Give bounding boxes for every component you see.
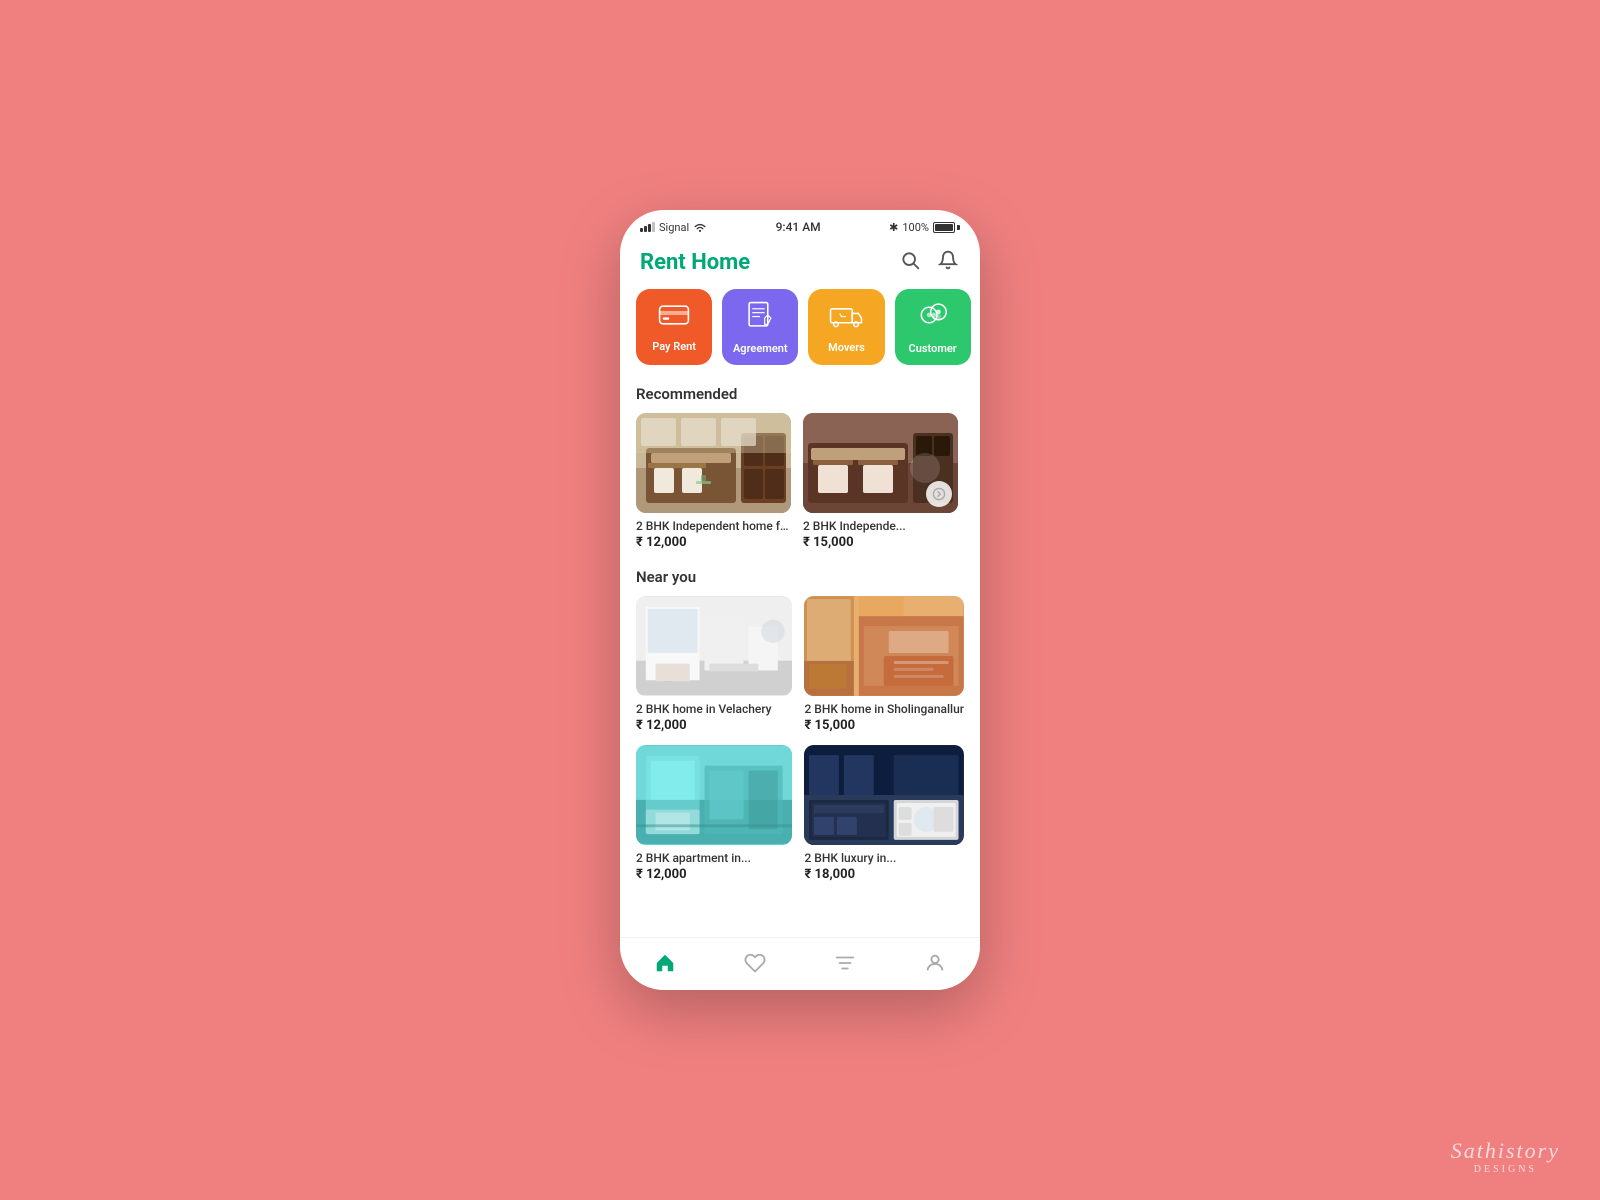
header-actions bbox=[898, 248, 960, 277]
recommended-title: Recommended bbox=[620, 381, 980, 413]
profile-icon bbox=[924, 952, 946, 974]
property-img-near1 bbox=[636, 596, 792, 696]
near-you-title: Near you bbox=[620, 564, 980, 596]
nav-filter[interactable] bbox=[818, 948, 872, 978]
search-button[interactable] bbox=[898, 248, 922, 277]
filter-icon bbox=[834, 952, 856, 974]
customer-icon bbox=[918, 301, 948, 334]
agreement-label: Agreement bbox=[733, 342, 788, 355]
property-name-near3: 2 BHK apartment in... bbox=[636, 851, 792, 865]
nav-favorites[interactable] bbox=[728, 948, 782, 978]
movers-label: Movers bbox=[828, 341, 865, 354]
property-name-rec2: 2 BHK Independe... bbox=[803, 519, 958, 533]
property-price-near3: ₹ 12,000 bbox=[636, 867, 792, 882]
near-you-section: Near you bbox=[620, 564, 980, 894]
action-pay-rent[interactable]: Pay Rent bbox=[636, 289, 712, 365]
signal-icon bbox=[640, 222, 655, 232]
app-content: Rent Home bbox=[620, 240, 980, 937]
movers-icon bbox=[829, 302, 863, 333]
status-time: 9:41 AM bbox=[776, 220, 821, 234]
battery-percent: 100% bbox=[902, 221, 929, 234]
property-card-near1[interactable]: 2 BHK home in Velachery ₹ 12,000 bbox=[636, 596, 792, 733]
search-icon bbox=[900, 250, 920, 270]
status-left: Signal bbox=[640, 221, 707, 234]
property-img-rec2 bbox=[803, 413, 958, 513]
background: Signal 9:41 AM ✱ 100% bbox=[0, 0, 1600, 1200]
near-you-grid: 2 BHK home in Velachery ₹ 12,000 bbox=[620, 596, 980, 894]
property-name-rec1: 2 BHK Independent home for rent bbox=[636, 519, 791, 533]
property-img-near3 bbox=[636, 745, 792, 845]
property-card-near2[interactable]: 2 BHK home in Sholinganallur ₹ 15,000 bbox=[804, 596, 964, 733]
property-img-near2 bbox=[804, 596, 964, 696]
property-card-near4[interactable]: 2 BHK luxury in... ₹ 18,000 bbox=[804, 745, 964, 882]
pay-rent-icon bbox=[658, 303, 690, 332]
property-price-near2: ₹ 15,000 bbox=[804, 718, 964, 733]
property-price-near4: ₹ 18,000 bbox=[804, 867, 964, 882]
home-icon bbox=[654, 952, 676, 974]
property-name-near2: 2 BHK home in Sholinganallur bbox=[804, 702, 964, 716]
app-header: Rent Home bbox=[620, 240, 980, 289]
watermark: Sathistory DESIGNS bbox=[1451, 1138, 1560, 1176]
status-bar: Signal 9:41 AM ✱ 100% bbox=[620, 210, 980, 240]
property-card-near3[interactable]: 2 BHK apartment in... ₹ 12,000 bbox=[636, 745, 792, 882]
status-right: ✱ 100% bbox=[889, 221, 960, 234]
quick-actions: Pay Rent Agreement bbox=[620, 289, 980, 381]
signal-label: Signal bbox=[659, 221, 689, 234]
phone-frame: Signal 9:41 AM ✱ 100% bbox=[620, 210, 980, 990]
app-title: Rent Home bbox=[640, 250, 750, 275]
wifi-icon bbox=[693, 221, 707, 233]
property-name-near4: 2 BHK luxury in... bbox=[804, 851, 964, 865]
action-customer[interactable]: Customer bbox=[895, 289, 971, 365]
property-price-rec1: ₹ 12,000 bbox=[636, 535, 791, 550]
bottom-nav bbox=[620, 937, 980, 990]
customer-label: Customer bbox=[909, 342, 957, 355]
notification-button[interactable] bbox=[936, 248, 960, 277]
bell-icon bbox=[938, 250, 958, 270]
property-card-rec1[interactable]: 2 BHK Independent home for rent ₹ 12,000 bbox=[636, 413, 791, 550]
heart-icon bbox=[744, 952, 766, 974]
property-img-near4 bbox=[804, 745, 964, 845]
overlap-badge bbox=[926, 481, 952, 507]
property-name-near1: 2 BHK home in Velachery bbox=[636, 702, 792, 716]
nav-profile[interactable] bbox=[908, 948, 962, 978]
action-agreement[interactable]: Agreement bbox=[722, 289, 798, 365]
battery-icon bbox=[933, 222, 960, 233]
recommended-scroll[interactable]: 2 BHK Independent home for rent ₹ 12,000 bbox=[620, 413, 980, 564]
recommended-section: Recommended bbox=[620, 381, 980, 564]
bluetooth-icon: ✱ bbox=[889, 221, 898, 234]
agreement-icon bbox=[746, 301, 774, 334]
property-price-rec2: ₹ 15,000 bbox=[803, 535, 958, 550]
property-img-rec1 bbox=[636, 413, 791, 513]
pay-rent-label: Pay Rent bbox=[652, 340, 696, 353]
property-price-near1: ₹ 12,000 bbox=[636, 718, 792, 733]
property-card-rec2[interactable]: 2 BHK Independe... ₹ 15,000 bbox=[803, 413, 958, 550]
action-movers[interactable]: Movers bbox=[808, 289, 884, 365]
nav-home[interactable] bbox=[638, 948, 692, 978]
